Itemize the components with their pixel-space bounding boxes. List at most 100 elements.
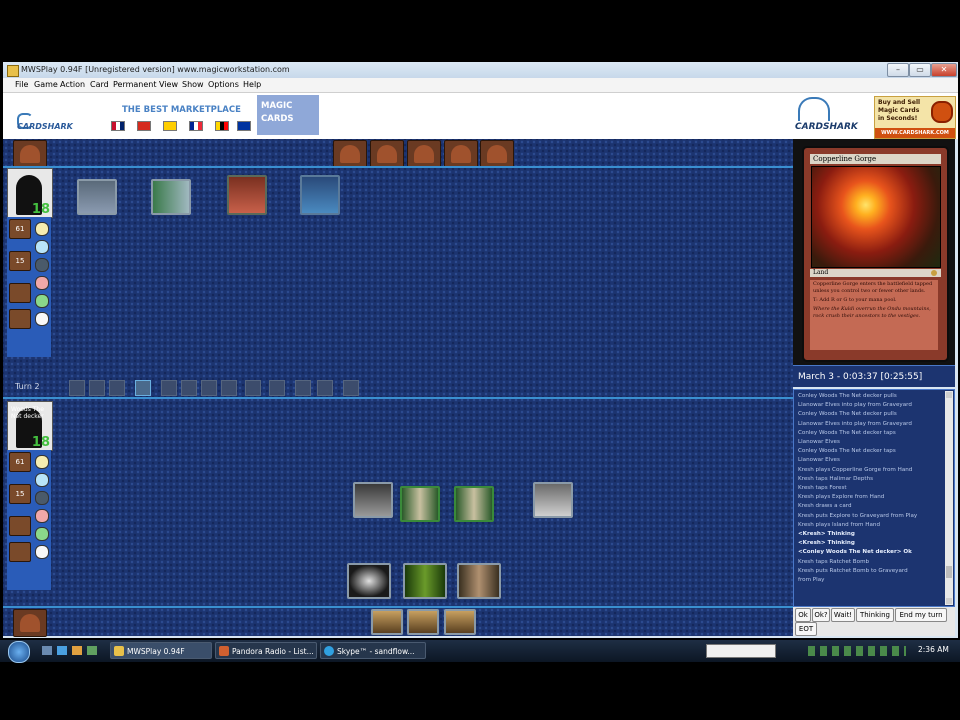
- blue-mana-icon[interactable]: [35, 240, 49, 254]
- opponent-library-card[interactable]: [13, 140, 47, 168]
- quicklaunch-icon[interactable]: [87, 646, 97, 655]
- thinking-button[interactable]: Thinking: [856, 608, 894, 622]
- phase-damage-icon[interactable]: [221, 380, 237, 396]
- taskbar-item-mwsplay[interactable]: MWSPlay 0.94F: [110, 642, 212, 659]
- ok-button[interactable]: Ok: [795, 608, 811, 622]
- menu-file[interactable]: File: [13, 79, 30, 91]
- menu-card[interactable]: Card: [88, 79, 111, 91]
- opponent-hand-card[interactable]: [407, 140, 441, 168]
- card-text-line: Copperline Gorge enters the battlefield …: [813, 281, 933, 294]
- ok-question-button[interactable]: Ok?: [812, 608, 830, 622]
- black-mana-icon[interactable]: [35, 491, 49, 505]
- taskbar-item-skype[interactable]: Skype™ - sandflow...: [320, 642, 426, 659]
- opponent-permanent-card[interactable]: [77, 179, 117, 215]
- log-line: Llanowar Elves: [798, 439, 840, 446]
- flag-uk-icon: [111, 121, 125, 131]
- opponent-land-island[interactable]: [300, 175, 340, 215]
- card-art: [811, 166, 941, 268]
- phase-end-icon[interactable]: [295, 380, 311, 396]
- menu-help[interactable]: Help: [241, 79, 263, 91]
- opponent-avatar[interactable]: 18: [7, 168, 53, 218]
- system-tray-icons[interactable]: [808, 646, 906, 656]
- red-mana-icon[interactable]: [35, 509, 49, 523]
- eot-button[interactable]: EOT: [795, 622, 817, 636]
- player-creature-card[interactable]: [353, 482, 393, 518]
- player-hand-card[interactable]: [444, 609, 476, 635]
- phase-main2-icon[interactable]: [269, 380, 285, 396]
- phase-attackers-icon[interactable]: [181, 380, 197, 396]
- phase-untap-icon[interactable]: [69, 380, 85, 396]
- black-mana-icon[interactable]: [35, 258, 49, 272]
- ad-logo-right: CARDSHARK: [795, 122, 858, 132]
- menu-permanent[interactable]: Permanent: [111, 79, 159, 91]
- ad-promo-box[interactable]: Buy and Sell Magic Cards in Seconds! WWW…: [874, 96, 956, 139]
- advertisement-banner[interactable]: CARDSHARK THE BEST MARKETPLACE MAGIC CAR…: [3, 93, 958, 139]
- player-library-zone[interactable]: 61: [9, 452, 31, 472]
- taskbar-item-pandora[interactable]: Pandora Radio - List...: [215, 642, 317, 659]
- opponent-exile-zone[interactable]: [9, 283, 31, 303]
- player-hand-card[interactable]: [407, 609, 439, 635]
- minimize-button[interactable]: –: [887, 63, 909, 77]
- menu-game[interactable]: Game: [32, 79, 60, 91]
- opponent-hand-card[interactable]: [333, 140, 367, 168]
- menu-options[interactable]: Options: [206, 79, 241, 91]
- blue-mana-icon[interactable]: [35, 473, 49, 487]
- opponent-hand-card[interactable]: [444, 140, 478, 168]
- opponent-hand-card[interactable]: [370, 140, 404, 168]
- phase-next-turn-icon[interactable]: [343, 380, 359, 396]
- player-sideboard-zone[interactable]: [9, 542, 31, 562]
- menu-show[interactable]: Show: [180, 79, 206, 91]
- white-mana-icon[interactable]: [35, 455, 49, 469]
- game-log[interactable]: Conley Woods The Net decker pulls Llanowa…: [793, 389, 955, 607]
- log-line: <Kresh> Thinking: [798, 531, 855, 538]
- phase-upkeep-icon[interactable]: [89, 380, 105, 396]
- show-desktop-icon[interactable]: [42, 646, 52, 655]
- phase-cleanup-icon[interactable]: [317, 380, 333, 396]
- white-mana-icon[interactable]: [35, 222, 49, 236]
- opponent-library-zone[interactable]: 61: [9, 219, 31, 239]
- colorless-mana-icon[interactable]: [35, 312, 49, 326]
- green-mana-icon[interactable]: [35, 527, 49, 541]
- game-board[interactable]: 18 61 15 Turn 2 Woods The Net decker 18 …: [3, 139, 793, 637]
- menu-action[interactable]: Action: [58, 79, 87, 91]
- opponent-graveyard-zone[interactable]: 15: [9, 251, 31, 271]
- player-land-card[interactable]: [347, 563, 391, 599]
- log-scrollbar[interactable]: [945, 391, 953, 605]
- player-library-card[interactable]: [13, 609, 47, 637]
- player-land-forest[interactable]: [403, 563, 447, 599]
- player-land-card[interactable]: [457, 563, 501, 599]
- close-button[interactable]: ✕: [931, 63, 957, 77]
- player-creature-llanowar-elves[interactable]: [454, 486, 494, 522]
- player-exile-zone[interactable]: [9, 516, 31, 536]
- end-my-turn-button[interactable]: End my turn: [895, 608, 947, 622]
- quicklaunch-icon[interactable]: [72, 646, 82, 655]
- player-creature-llanowar-elves[interactable]: [400, 486, 440, 522]
- player-hand-card[interactable]: [371, 609, 403, 635]
- search-input[interactable]: [706, 644, 776, 658]
- phase-end-combat-icon[interactable]: [245, 380, 261, 396]
- phase-begin-combat-icon[interactable]: [161, 380, 177, 396]
- menu-view[interactable]: View: [157, 79, 180, 91]
- player-avatar[interactable]: Woods The Net decker 18: [7, 401, 53, 451]
- maximize-button[interactable]: ▭: [909, 63, 931, 77]
- start-button-icon[interactable]: [8, 641, 30, 663]
- log-line: <Conley Woods The Net decker> Ok: [798, 549, 912, 556]
- quicklaunch-icon[interactable]: [57, 646, 67, 655]
- green-mana-icon[interactable]: [35, 294, 49, 308]
- scroll-thumb[interactable]: [946, 566, 952, 578]
- player-artifact-card[interactable]: [533, 482, 573, 518]
- phase-blockers-icon[interactable]: [201, 380, 217, 396]
- opponent-hand-card[interactable]: [480, 140, 514, 168]
- opponent-permanent-card[interactable]: [151, 179, 191, 215]
- red-mana-icon[interactable]: [35, 276, 49, 290]
- scroll-up-icon[interactable]: [946, 392, 952, 398]
- player-graveyard-zone[interactable]: 15: [9, 484, 31, 504]
- phase-draw-icon[interactable]: [109, 380, 125, 396]
- colorless-mana-icon[interactable]: [35, 545, 49, 559]
- opponent-sideboard-zone[interactable]: [9, 309, 31, 329]
- phase-main1-icon[interactable]: [135, 380, 151, 396]
- scroll-down-icon[interactable]: [946, 598, 952, 604]
- opponent-land-copperline-gorge[interactable]: [227, 175, 267, 215]
- board-divider: [3, 166, 793, 168]
- wait-button[interactable]: Wait!: [831, 608, 855, 622]
